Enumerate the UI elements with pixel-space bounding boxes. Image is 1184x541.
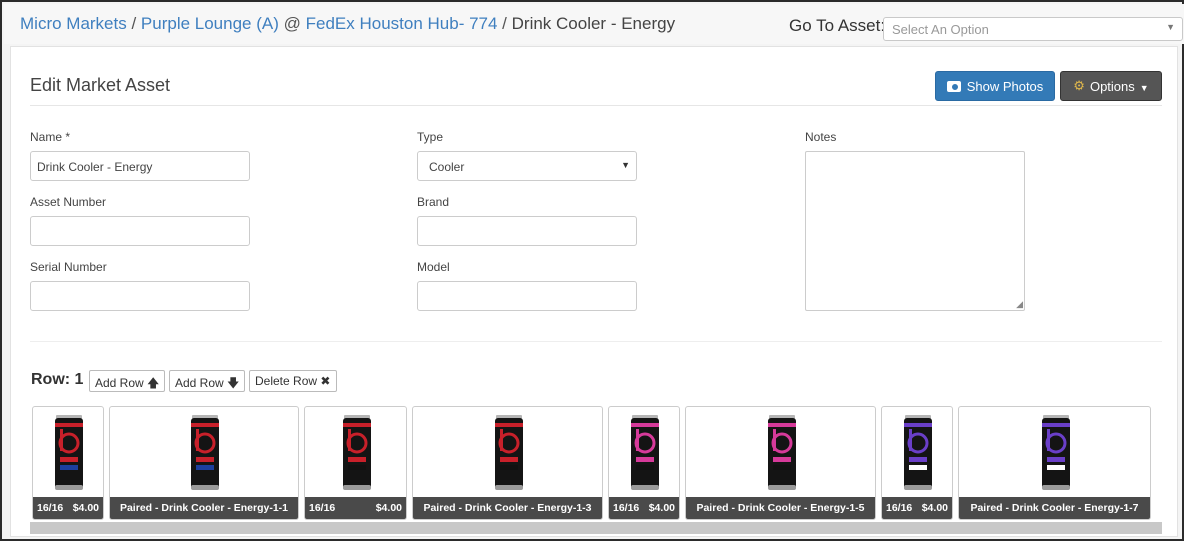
app-frame: Micro Markets / Purple Lounge (A) @ FedE… (0, 0, 1184, 541)
breadcrumb-separator: / (126, 14, 141, 33)
cogs-icon: ⚙ (1073, 78, 1085, 93)
goto-asset-select[interactable]: Select An Option ▼ (883, 17, 1183, 41)
arrow-down-icon: 🡇 (227, 376, 240, 390)
divider (30, 105, 1162, 106)
slot-price: $4.00 (648, 502, 675, 514)
slot-count: 16/16 (37, 502, 64, 514)
notes-textarea[interactable]: ◢ (805, 151, 1025, 311)
breadcrumb-micro-markets[interactable]: Micro Markets (20, 14, 127, 33)
slot-count: 16/16 (613, 502, 640, 514)
energy-drink-can-image (631, 415, 659, 490)
breadcrumb-separator: / (497, 14, 512, 33)
asset-number-field[interactable] (30, 216, 250, 246)
chevron-down-icon: ▼ (1166, 22, 1175, 32)
paired-slot[interactable]: Paired - Drink Cooler - Energy-1-1 (109, 406, 299, 520)
energy-drink-can-image (1041, 415, 1070, 490)
slot-price: $4.00 (72, 502, 99, 514)
delete-row-button[interactable]: Delete Row ✖ (249, 370, 337, 392)
add-row-below-button[interactable]: Add Row 🡇 (169, 370, 245, 392)
arrow-up-icon: 🡅 (147, 376, 160, 390)
goto-asset-placeholder: Select An Option (892, 22, 989, 37)
goto-asset-label: Go To Asset: (789, 16, 886, 35)
slot-info-bar: 16/16 $4.00 (882, 497, 952, 519)
horizontal-scrollbar[interactable] (30, 522, 1162, 534)
paired-slot[interactable]: Paired - Drink Cooler - Energy-1-3 (412, 406, 603, 520)
chevron-down-icon: ▼ (621, 160, 630, 170)
product-slot[interactable]: 16/16 $4.00 (304, 406, 407, 520)
asset-number-label: Asset Number (30, 195, 107, 209)
product-slot[interactable]: 16/16 $4.00 (32, 406, 104, 520)
type-label: Type (417, 130, 444, 144)
name-label: Name * (30, 130, 71, 144)
add-row-above-button[interactable]: Add Row 🡅 (89, 370, 165, 392)
slot-count: 16/16 (309, 502, 336, 514)
header-bar: Micro Markets / Purple Lounge (A) @ FedE… (4, 4, 1184, 44)
energy-drink-can-image (904, 415, 932, 490)
paired-slot[interactable]: Paired - Drink Cooler - Energy-1-7 (958, 406, 1151, 520)
slot-count: 16/16 (886, 502, 913, 514)
caret-down-icon: ▼ (1139, 82, 1149, 93)
breadcrumb: Micro Markets / Purple Lounge (A) @ FedE… (20, 14, 675, 34)
product-slot[interactable]: 16/16 $4.00 (881, 406, 953, 520)
show-photos-button[interactable]: Show Photos (935, 71, 1055, 101)
page-title: Edit Market Asset (30, 75, 171, 95)
brand-field[interactable] (417, 216, 637, 246)
camera-icon (946, 80, 961, 92)
model-field[interactable] (417, 281, 637, 311)
edit-asset-panel: Edit Market Asset Show Photos ⚙ Options … (10, 46, 1178, 537)
options-button[interactable]: ⚙ Options ▼ (1060, 71, 1162, 101)
serial-number-label: Serial Number (30, 260, 107, 274)
breadcrumb-fedex-hub[interactable]: FedEx Houston Hub- 774 (306, 14, 498, 33)
product-slot[interactable]: 16/16 $4.00 (608, 406, 680, 520)
energy-drink-can-image (767, 415, 796, 490)
show-photos-label: Show Photos (966, 78, 1044, 94)
paired-slot-label: Paired - Drink Cooler - Energy-1-5 (686, 497, 875, 519)
add-row-below-label: Add Row (175, 376, 224, 390)
paired-slot-label: Paired - Drink Cooler - Energy-1-1 (110, 497, 298, 519)
serial-number-field[interactable] (30, 281, 250, 311)
paired-slot[interactable]: Paired - Drink Cooler - Energy-1-5 (685, 406, 876, 520)
slot-info-bar: 16/16 $4.00 (609, 497, 679, 519)
resize-handle-icon[interactable]: ◢ (1016, 299, 1023, 310)
energy-drink-can-image (494, 415, 523, 490)
row-label: Row: 1 (31, 371, 84, 388)
energy-drink-can-image (55, 415, 83, 490)
brand-label: Brand (417, 195, 450, 209)
add-row-above-label: Add Row (95, 376, 144, 390)
paired-slot-label: Paired - Drink Cooler - Energy-1-3 (413, 497, 602, 519)
type-selected-value: Cooler (429, 160, 465, 174)
divider (30, 341, 1162, 342)
slot-price: $4.00 (375, 502, 402, 514)
model-label: Model (417, 260, 450, 274)
name-field[interactable]: Drink Cooler - Energy (30, 151, 250, 181)
options-label: Options (1089, 78, 1135, 94)
energy-drink-can-image (191, 415, 219, 490)
delete-row-label: Delete Row (255, 374, 318, 388)
slot-info-bar: 16/16 $4.00 (33, 497, 103, 519)
paired-slot-label: Paired - Drink Cooler - Energy-1-7 (959, 497, 1150, 519)
slot-info-bar: 16/16 $4.00 (305, 497, 406, 519)
breadcrumb-purple-lounge[interactable]: Purple Lounge (A) (141, 14, 279, 33)
slot-price: $4.00 (921, 502, 948, 514)
type-select[interactable]: Cooler ▼ (417, 151, 637, 181)
notes-label: Notes (805, 130, 837, 144)
energy-drink-can-image (342, 415, 371, 490)
close-icon: ✖ (320, 374, 331, 388)
breadcrumb-current: Drink Cooler - Energy (511, 14, 676, 33)
breadcrumb-separator: @ (278, 14, 306, 33)
